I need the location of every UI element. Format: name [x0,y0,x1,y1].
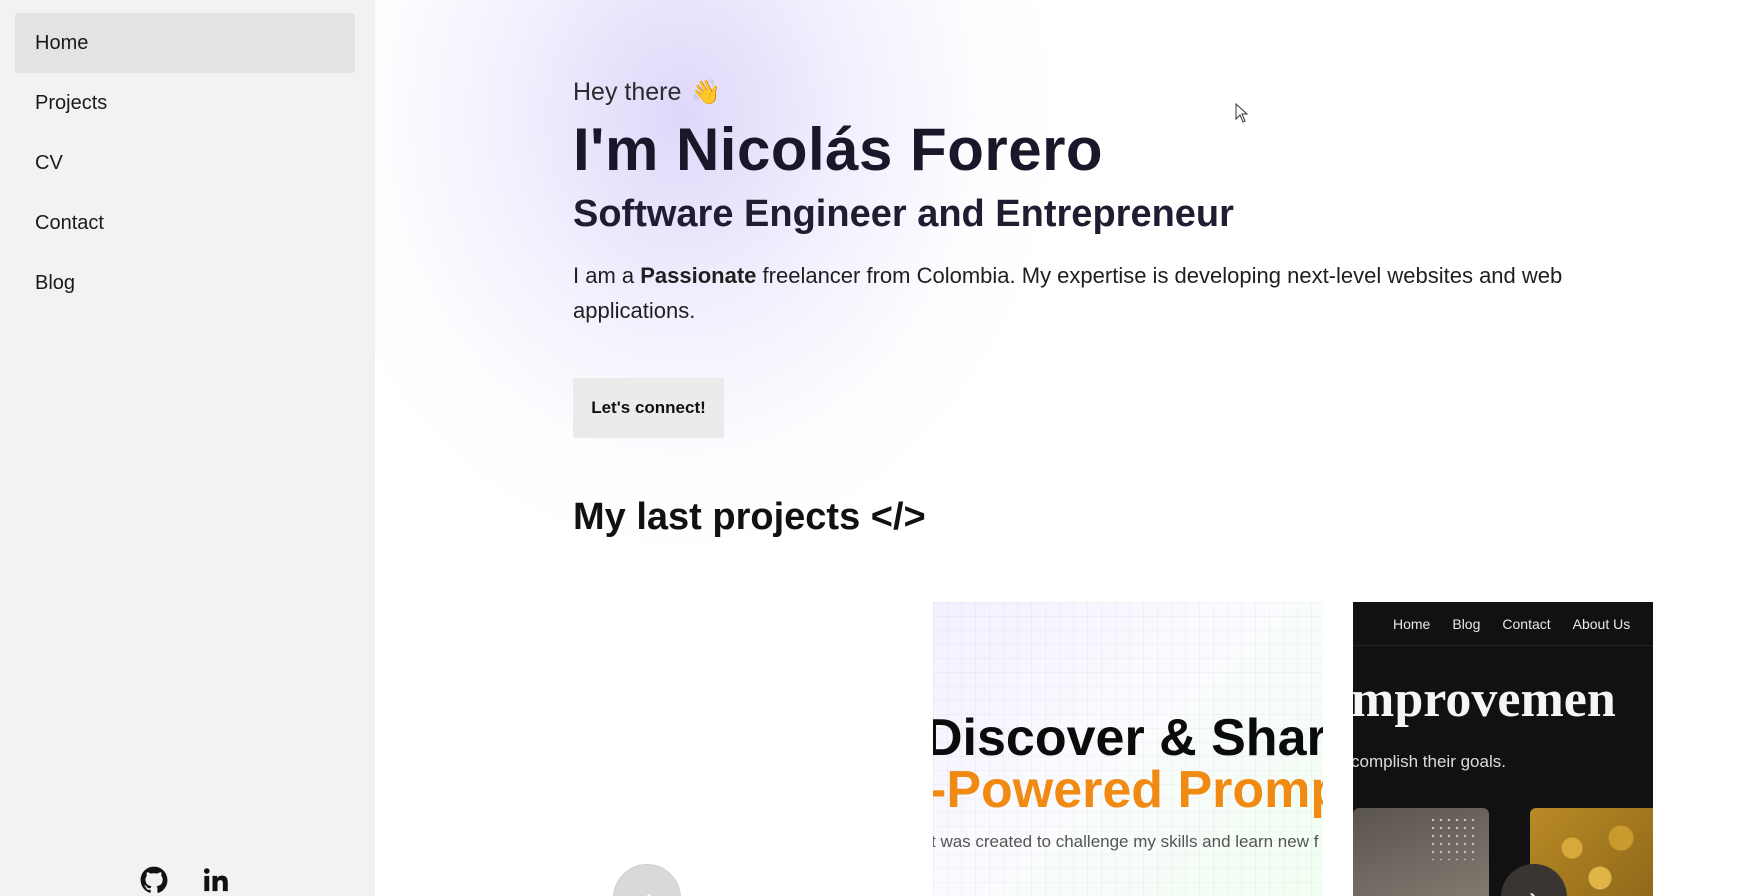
projects-carousel: Discover & Share -Powered Promp t was cr… [573,602,1653,896]
project-card-prompts[interactable]: Discover & Share -Powered Promp t was cr… [933,602,1323,896]
mouse-cursor-icon [1235,103,1249,123]
lets-connect-button[interactable]: Let's connect! [573,378,724,438]
card-dots-pattern [1429,816,1479,860]
waving-hand-icon: 👋 [691,78,722,106]
about-prefix: I am a [573,263,641,288]
card-subline: complish their goals. [1353,752,1506,771]
greeting: Hey there 👋 [573,72,1633,112]
card-nav-home: Home [1393,615,1431,632]
card-headline: Discover & Share [933,709,1323,767]
card-nav-more: P [1652,616,1653,632]
page-title: I'm Nicolás Forero [573,116,1104,183]
sidebar-item-home[interactable]: Home [15,13,355,73]
sidebar-item-contact[interactable]: Contact [15,193,355,253]
greeting-text: Hey there [573,77,682,106]
sidebar-item-cv[interactable]: CV [15,133,355,193]
role-subtitle: Software Engineer and Entrepreneur [573,193,1234,235]
github-icon[interactable] [140,866,168,894]
projects-section-title: My last projects </> [573,496,926,538]
card-nav-contact: Contact [1502,615,1551,632]
card-headline: mprovemen [1353,671,1616,728]
sidebar-item-blog[interactable]: Blog [15,253,355,313]
chevron-left-icon[interactable]: ‹ [613,864,681,896]
linkedin-icon[interactable] [202,866,230,894]
hero: Hey there 👋 I'm Nicolás Forero Software … [573,72,1633,350]
main-content: Hey there 👋 I'm Nicolás Forero Software … [375,0,1756,896]
about-highlight: Passionate [640,263,757,288]
card-nav-about: About Us [1572,615,1631,632]
card-description: t was created to challenge my skills and… [933,832,1319,851]
project-card-improvement[interactable]: Home Blog Contact About Us P mprovemen c… [1353,602,1653,896]
card-nav-blog: Blog [1452,615,1481,632]
sidebar-nav: Home Projects CV Contact Blog [15,13,355,313]
social-links [140,866,230,894]
card-nav: Home Blog Contact About Us P [1353,602,1653,646]
about-text: I am a Passionate freelancer from Colomb… [573,258,1593,328]
sidebar: Home Projects CV Contact Blog [0,0,375,896]
sidebar-item-projects[interactable]: Projects [15,73,355,133]
card-headline-accent: -Powered Promp [933,761,1323,819]
